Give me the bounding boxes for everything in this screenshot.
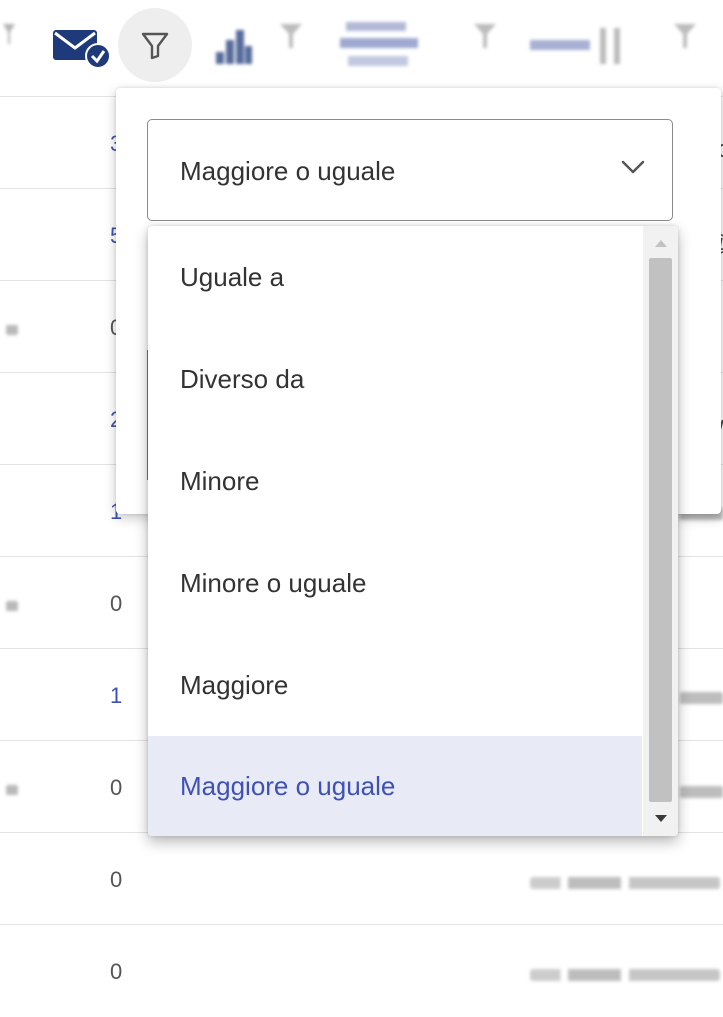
blurred-cell — [6, 601, 18, 611]
filter-icon[interactable] — [278, 22, 304, 52]
blurred-cell — [530, 969, 720, 981]
blurred-cell — [680, 692, 723, 704]
scroll-down-arrow-icon[interactable] — [655, 815, 667, 822]
blurred-cell — [530, 877, 720, 889]
row-count: 0 — [110, 775, 123, 800]
filter-icon — [141, 32, 169, 60]
operator-option[interactable]: Minore o uguale — [148, 532, 642, 634]
row-count: 0 — [110, 867, 123, 892]
table-row[interactable]: 0 — [0, 832, 723, 925]
bar-chart-icon[interactable] — [214, 26, 254, 71]
column-header-bar — [0, 0, 723, 96]
operator-option[interactable]: Maggiore — [148, 634, 642, 736]
column-divider — [600, 28, 606, 64]
operator-select[interactable]: Maggiore o uguale — [147, 119, 673, 221]
blurred-cell — [6, 785, 18, 795]
operator-option[interactable]: Diverso da — [148, 328, 642, 430]
operator-select-value: Maggiore o uguale — [180, 156, 396, 186]
operator-dropdown-list[interactable]: Uguale a Diverso da Minore Minore o ugua… — [148, 226, 678, 836]
blurred-cell — [680, 786, 723, 798]
mail-check-icon[interactable] — [52, 28, 112, 75]
operator-option[interactable]: Minore — [148, 430, 642, 532]
row-count[interactable]: 1 — [110, 683, 122, 709]
filter-icon[interactable] — [672, 22, 698, 52]
filter-icon[interactable] — [2, 22, 16, 46]
chevron-down-icon — [621, 160, 645, 174]
table-row[interactable]: 0 — [0, 924, 723, 1017]
blurred-column-label — [340, 22, 418, 72]
blurred-cell — [6, 325, 18, 335]
scroll-up-arrow-icon[interactable] — [655, 240, 667, 247]
filter-icon[interactable] — [472, 22, 498, 52]
row-count: 0 — [110, 591, 123, 616]
filter-button[interactable] — [118, 8, 192, 82]
scrollbar-thumb[interactable] — [649, 258, 672, 802]
blurred-column-label — [530, 40, 590, 50]
operator-option[interactable]: Uguale a — [148, 226, 642, 328]
column-divider — [614, 28, 620, 64]
row-count: 0 — [110, 959, 123, 984]
scrollbar[interactable] — [643, 226, 678, 836]
operator-option-selected[interactable]: Maggiore o uguale — [148, 736, 642, 836]
